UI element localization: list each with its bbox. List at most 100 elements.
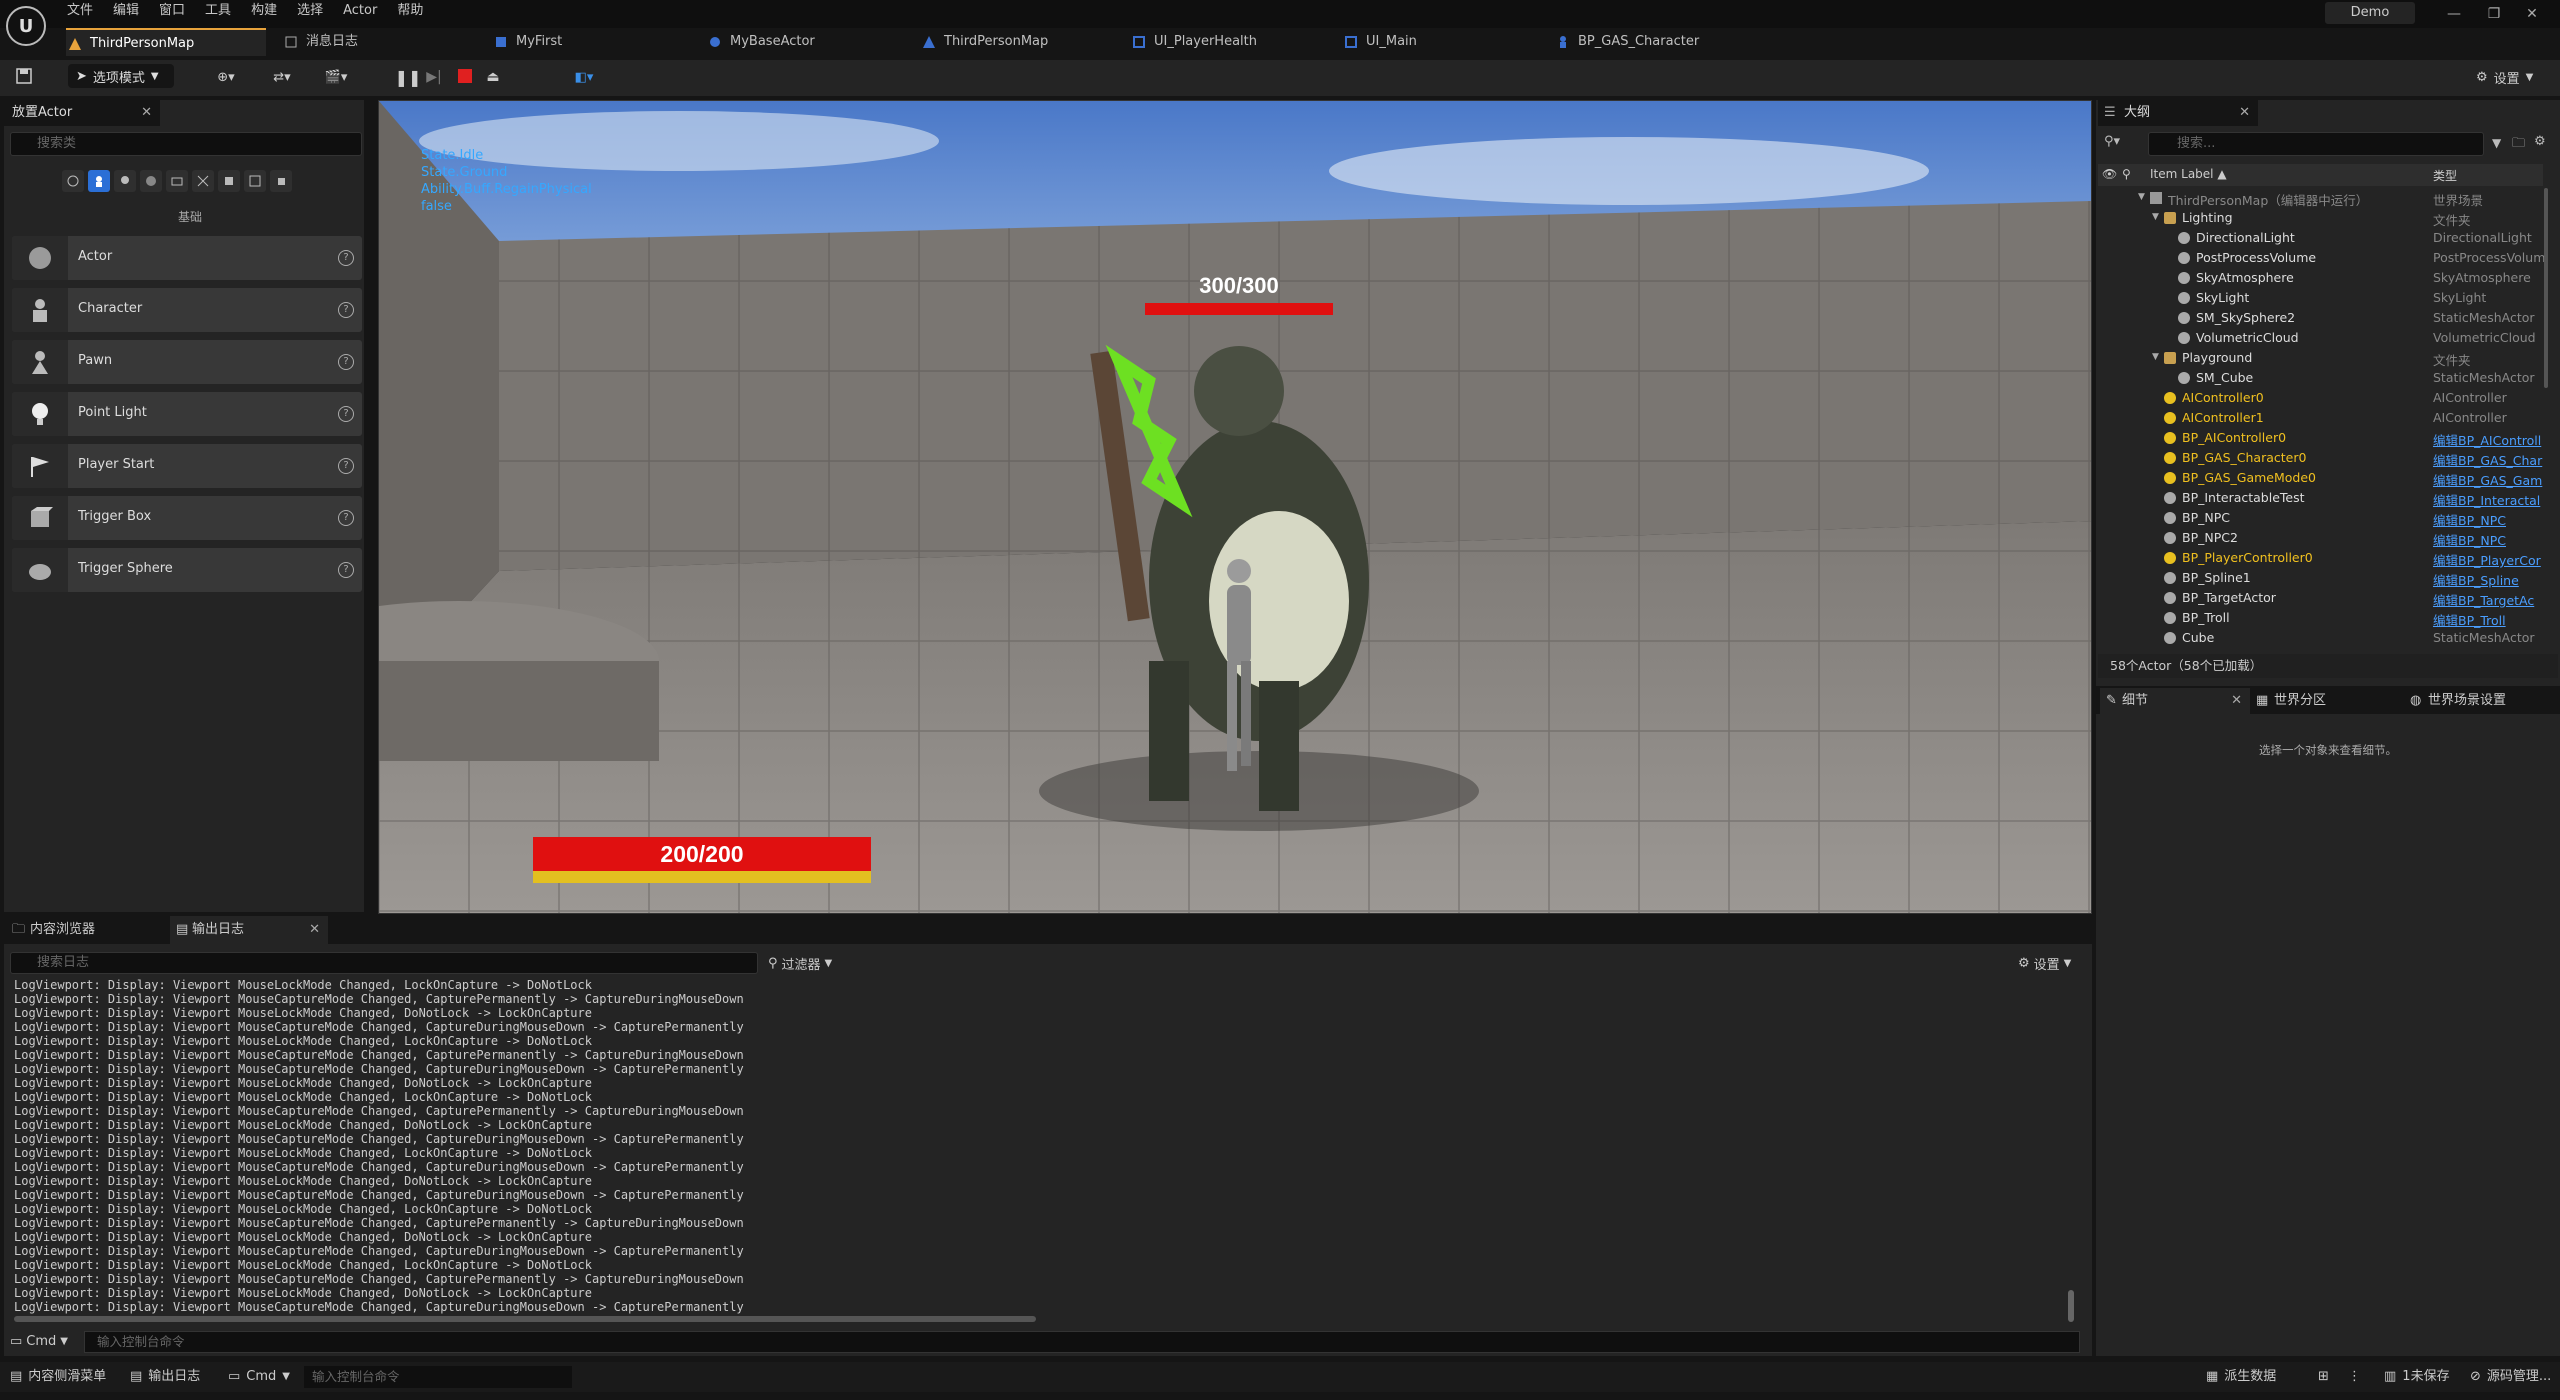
log-vertical-scrollbar[interactable] [2068,1290,2074,1322]
shapes-icon[interactable] [140,170,162,192]
outliner-row[interactable]: BP_GAS_GameMode0 编辑BP_GAS_Gam [2098,468,2543,488]
unreal-logo-icon[interactable]: U [6,6,46,46]
settings-button[interactable]: ⚙ 设置 ▼ [2476,66,2533,88]
outliner-row[interactable]: DirectionalLight DirectionalLight [2098,228,2543,248]
all-classes-icon[interactable] [244,170,266,192]
edit-blueprint-link[interactable]: 编辑BP_GAS_Char [2433,450,2545,469]
content-drawer-button[interactable]: ▤ 内容侧滑菜单 [10,1362,106,1392]
outliner-row[interactable]: BP_GAS_Character0 编辑BP_GAS_Char [2098,448,2543,468]
tab-world-partition[interactable]: ▦ 世界分区 [2252,688,2326,714]
basic-icon[interactable] [88,170,110,192]
menu-edit[interactable]: 编辑 [106,0,152,22]
outliner-row[interactable]: BP_AIController0 编辑BP_AIControll [2098,428,2543,448]
tab-output-log[interactable]: ▤ 输出日志 ✕ [170,916,328,944]
cinematic-icon[interactable] [166,170,188,192]
tab-world-settings[interactable]: ◍ 世界场景设置 [2406,688,2506,714]
outliner-scrollbar[interactable] [2544,188,2548,388]
level-viewport[interactable]: State.Idle State.Ground Ability.Buff.Reg… [378,100,2092,914]
save-icon[interactable] [14,66,34,86]
expand-arrow-icon[interactable]: ▼ [2152,212,2159,222]
cinematics-icon[interactable]: 🎬▾ [318,66,354,88]
tab-mybaseactor[interactable]: MyBaseActor [706,28,815,56]
place-item-actor[interactable]: Actor ? [12,236,362,280]
tab-myfirst[interactable]: MyFirst [492,28,562,56]
status-console-input[interactable]: 输入控制台命令 [304,1366,572,1388]
outliner-row[interactable]: SkyLight SkyLight [2098,288,2543,308]
selection-mode-dropdown[interactable]: ➤ 选项模式 ▼ [68,64,174,88]
edit-blueprint-link[interactable]: 编辑BP_PlayerCor [2433,550,2545,569]
filter-icon[interactable]: ⚲▾ [2104,134,2120,149]
menu-tools[interactable]: 工具 [198,0,244,22]
menu-window[interactable]: 窗口 [152,0,198,22]
eye-column-icon[interactable]: 👁 [2102,167,2117,181]
type-column-header[interactable]: 类型 [2433,167,2457,184]
place-item-player-start[interactable]: Player Start ? [12,444,362,488]
console-command-input[interactable]: 输入控制台命令 [84,1331,2080,1353]
blueprint-menu-icon[interactable]: ⇄▾ [264,66,300,88]
step-icon[interactable]: ▶| [424,66,444,88]
log-search-input[interactable]: 搜索日志 [10,952,758,974]
log-text[interactable]: LogViewport: Display: Viewport MouseLock… [14,978,2064,1314]
close-window-icon[interactable]: ✕ [2522,4,2542,24]
lights-icon[interactable] [114,170,136,192]
outliner-row[interactable]: SM_SkySphere2 StaticMeshActor [2098,308,2543,328]
more-icon[interactable]: ⋮ [2348,1362,2361,1392]
tab-thirdpersonmap-active[interactable]: ThirdPersonMap [66,28,266,56]
edit-blueprint-link[interactable]: 编辑BP_AIControll [2433,430,2545,449]
minimize-icon[interactable]: — [2444,4,2464,24]
outliner-row[interactable]: SM_Cube StaticMeshActor [2098,368,2543,388]
edit-blueprint-link[interactable]: 编辑BP_NPC [2433,530,2545,549]
add-content-icon[interactable]: ⊕▾ [208,66,244,88]
outliner-row[interactable]: BP_PlayerController0 编辑BP_PlayerCor [2098,548,2543,568]
volumes-icon[interactable] [218,170,240,192]
menu-select[interactable]: 选择 [290,0,336,22]
outliner-row[interactable]: BP_TargetActor 编辑BP_TargetAc [2098,588,2543,608]
close-tab-icon[interactable]: ✕ [141,100,152,126]
place-actors-tab[interactable]: 放置Actor ✕ [4,100,160,126]
visual-effects-icon[interactable] [192,170,214,192]
outliner-tab[interactable]: ☰ 大纲 ✕ [2098,100,2258,126]
pause-icon[interactable]: ❚❚ [395,66,422,88]
place-item-trigger-box[interactable]: Trigger Box ? [12,496,362,540]
close-tab-icon[interactable]: ✕ [309,916,320,944]
help-icon[interactable]: ? [338,510,354,526]
tab-details[interactable]: ✎ 细节 ✕ [2100,688,2250,714]
outliner-row[interactable]: BP_InteractableTest 编辑BP_Interactal [2098,488,2543,508]
edit-blueprint-link[interactable]: 编辑BP_Interactal [2433,490,2545,509]
edit-blueprint-link[interactable]: 编辑BP_Spline [2433,570,2545,589]
menu-help[interactable]: 帮助 [390,0,436,22]
help-icon[interactable]: ? [338,562,354,578]
outliner-row[interactable]: ▼ Playground 文件夹 [2098,348,2543,368]
place-item-point-light[interactable]: Point Light ? [12,392,362,436]
help-icon[interactable]: ? [338,458,354,474]
place-item-trigger-sphere[interactable]: Trigger Sphere ? [12,548,362,592]
menu-actor[interactable]: Actor [336,0,390,22]
help-icon[interactable]: ? [338,250,354,266]
outliner-row[interactable]: BP_NPC2 编辑BP_NPC [2098,528,2543,548]
platforms-icon[interactable]: ◧▾ [566,66,602,88]
recent-icon[interactable] [62,170,84,192]
help-icon[interactable]: ? [338,406,354,422]
cmd-dropdown[interactable]: ▭ Cmd ▼ [10,1334,68,1349]
place-actors-search-input[interactable]: 搜索类 [10,132,362,156]
source-control-button[interactable]: ⊘ 源码管理... [2470,1362,2551,1392]
maximize-icon[interactable]: ❐ [2484,4,2504,24]
outliner-row[interactable]: SkyAtmosphere SkyAtmosphere [2098,268,2543,288]
edit-blueprint-link[interactable]: 编辑BP_TargetAc [2433,590,2545,609]
edit-blueprint-link[interactable]: 编辑BP_Troll [2433,610,2545,629]
notifications-icon[interactable]: ⊞ [2318,1362,2329,1392]
outliner-row[interactable]: AIController1 AIController [2098,408,2543,428]
tab-thirdpersonmap[interactable]: ThirdPersonMap [920,28,1048,56]
menu-file[interactable]: 文件 [60,0,106,22]
log-horizontal-scrollbar[interactable] [14,1316,1036,1322]
outliner-row[interactable]: PostProcessVolume PostProcessVolum [2098,248,2545,268]
outliner-row[interactable]: BP_Spline1 编辑BP_Spline [2098,568,2543,588]
pin-column-icon[interactable]: ⚲ [2122,167,2131,181]
help-icon[interactable]: ? [338,354,354,370]
outliner-row[interactable]: BP_NPC 编辑BP_NPC [2098,508,2543,528]
outliner-row[interactable]: VolumetricCloud VolumetricCloud [2098,328,2543,348]
expand-arrow-icon[interactable]: ▼ [2138,192,2145,202]
status-cmd-dropdown[interactable]: ▭ Cmd ▼ [228,1362,290,1392]
label-column-header[interactable]: Item Label ▲ [2150,167,2227,181]
derived-data-button[interactable]: ▦ 派生数据 [2206,1362,2276,1392]
